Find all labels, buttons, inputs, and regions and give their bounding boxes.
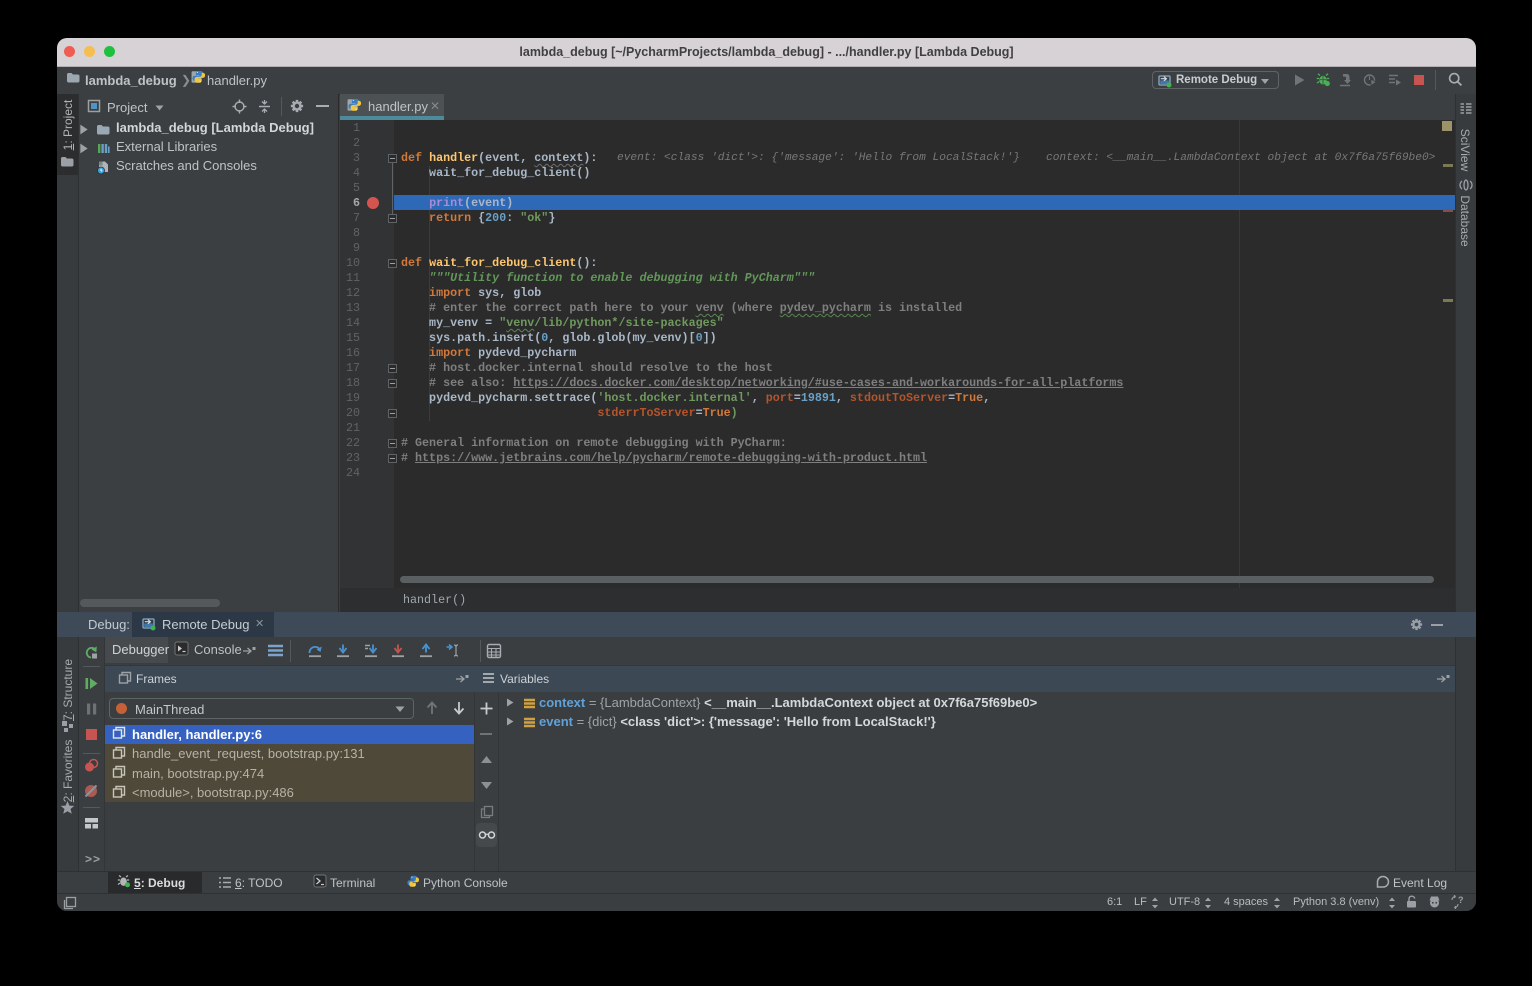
svg-text:?: ? bbox=[1458, 895, 1464, 905]
